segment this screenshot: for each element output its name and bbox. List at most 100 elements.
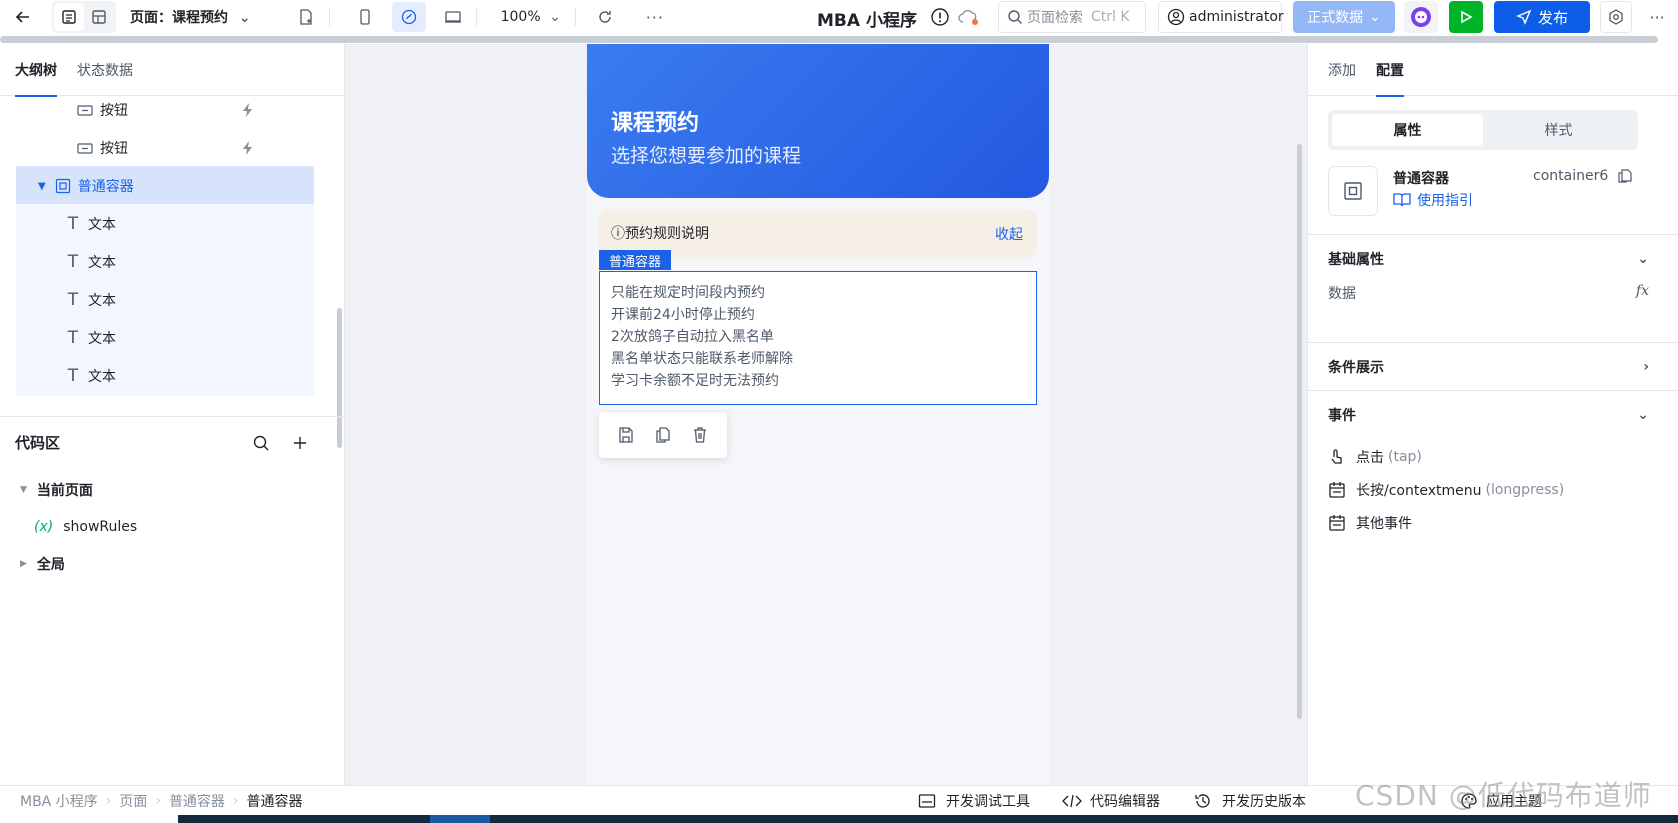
code-group-global[interactable]: ▶ 全局 <box>0 546 65 582</box>
segment-style[interactable]: 样式 <box>1483 114 1634 146</box>
tree-item-text[interactable]: T 文本 <box>16 280 314 320</box>
code-group-current-page[interactable]: ▼ 当前页面 <box>0 472 93 508</box>
section-header[interactable]: 事件 ⌄ <box>1308 391 1678 439</box>
rule-line: 黑名单状态只能联系老师解除 <box>611 351 793 367</box>
delete-icon[interactable] <box>691 426 709 444</box>
miniprogram-preview-icon[interactable] <box>391 2 426 32</box>
more-icon[interactable]: ··· <box>640 2 670 32</box>
mobile-preview-icon[interactable] <box>350 2 380 32</box>
segment-properties[interactable]: 属性 <box>1332 114 1483 146</box>
hero-title[interactable]: 课程预约 <box>611 105 699 137</box>
app-title: MBA 小程序 <box>817 11 917 31</box>
caret-down-icon[interactable]: ▼ <box>38 181 46 192</box>
breadcrumb-item[interactable]: 普通容器 <box>169 791 225 811</box>
event-other[interactable]: 其他事件 <box>1328 508 1412 538</box>
ai-assistant-icon <box>1411 7 1431 27</box>
tree-item-label: 文本 <box>88 369 116 385</box>
desktop-preview-icon[interactable] <box>438 2 468 32</box>
button-icon <box>76 139 94 157</box>
breadcrumb-item[interactable]: MBA 小程序 <box>20 791 98 811</box>
tree-item-button[interactable]: 按钮 <box>16 128 314 168</box>
zoom-select[interactable]: 100% ⌄ <box>495 9 567 25</box>
tree-item-text[interactable]: T 文本 <box>16 356 314 396</box>
code-variable-item[interactable]: (x) showRules <box>0 509 137 545</box>
hero-banner[interactable]: 课程预约 选择您想要参加的课程 <box>587 44 1049 198</box>
container-icon <box>1328 166 1378 216</box>
event-sub: (longpress) <box>1485 482 1565 498</box>
page-search-input[interactable]: 页面检索 Ctrl K <box>998 1 1146 33</box>
rule-line: 学习卡余额不足时无法预约 <box>611 373 779 389</box>
dev-tools-button[interactable]: 开发调试工具 <box>918 786 1030 816</box>
copy-icon[interactable] <box>654 426 672 444</box>
usage-guide-link[interactable]: 使用指引 <box>1393 190 1473 210</box>
history-button[interactable]: 开发历史版本 <box>1194 786 1306 816</box>
env-select[interactable]: 正式数据 ⌄ <box>1293 1 1395 33</box>
run-preview-button[interactable] <box>1449 1 1483 33</box>
event-bolt-icon[interactable] <box>240 102 256 118</box>
section-header[interactable]: 基础属性 ⌄ <box>1308 235 1678 283</box>
page-selector[interactable]: 页面：课程预约 ⌄ <box>130 7 251 27</box>
divider <box>574 8 576 26</box>
event-sub: (tap) <box>1388 449 1422 465</box>
collapse-link[interactable]: 收起 <box>995 224 1023 244</box>
left-tabs: 大纲树 状态数据 <box>0 44 344 97</box>
new-page-icon[interactable] <box>291 2 321 32</box>
rules-container-selected[interactable]: 只能在规定时间段内预约 开课前24小时停止预约 2次放鸽子自动拉入黑名单 黑名单… <box>599 271 1037 405</box>
book-icon <box>1393 192 1411 208</box>
config-segment: 属性 样式 <box>1328 110 1638 150</box>
save-icon[interactable] <box>617 426 635 444</box>
history-icon <box>1194 792 1212 810</box>
search-icon[interactable] <box>252 434 270 452</box>
add-icon[interactable] <box>291 434 309 452</box>
tree-item-text[interactable]: T 文本 <box>16 318 314 358</box>
back-arrow-icon[interactable] <box>8 2 38 32</box>
usage-guide-label: 使用指引 <box>1417 193 1473 209</box>
user-name: administrator <box>1189 9 1284 25</box>
breadcrumb-item[interactable]: 页面 <box>119 791 147 811</box>
user-menu[interactable]: administrator <box>1158 1 1284 33</box>
tab-state-data[interactable]: 状态数据 <box>77 44 133 96</box>
data-prop-label: 数据 <box>1328 286 1356 302</box>
tab-config[interactable]: 配置 <box>1376 44 1404 97</box>
user-avatar-icon <box>1167 8 1185 26</box>
event-label: 点击 <box>1356 450 1384 466</box>
tree-item-text[interactable]: T 文本 <box>16 204 314 244</box>
code-editor-button[interactable]: 代码编辑器 <box>1062 786 1160 816</box>
tree-item-text[interactable]: T 文本 <box>16 242 314 282</box>
outline-tree: 按钮 按钮 ▼ 普通容器 T 文本 T 文本 T 文本 T 文本 T 文本 <box>0 97 330 417</box>
more-icon[interactable]: ··· <box>1640 1 1674 33</box>
right-panel: 添加 配置 属性 样式 普通容器 container6 使用指引 基础属性 ⌄ <box>1307 44 1678 785</box>
tree-item-container-selected[interactable]: ▼ 普通容器 <box>16 166 314 206</box>
hero-subtitle[interactable]: 选择您想要参加的课程 <box>611 141 801 168</box>
right-tabs: 添加 配置 <box>1308 44 1678 97</box>
breadcrumb-item-current[interactable]: 普通容器 <box>247 791 303 811</box>
info-icon[interactable] <box>930 7 950 27</box>
design-canvas[interactable]: 课程预约 选择您想要参加的课程 ⓘ预约规则说明 收起 只能在规定时间段内预约 开… <box>345 44 1307 785</box>
ai-assistant-button[interactable] <box>1404 1 1438 33</box>
tree-item-button[interactable]: 按钮 <box>16 97 314 130</box>
debug-panel-icon <box>918 793 936 809</box>
left-panel: 大纲树 状态数据 按钮 按钮 ▼ 普通容器 T 文本 T 文本 T 文本 T 文… <box>0 44 345 785</box>
chevron-right-icon: › <box>105 793 112 809</box>
outline-view-icon[interactable] <box>54 3 84 31</box>
selection-tag[interactable]: 普通容器 <box>599 250 672 270</box>
cloud-sync-icon[interactable] <box>958 7 980 27</box>
event-bolt-icon[interactable] <box>240 140 256 156</box>
settings-button[interactable] <box>1600 1 1632 33</box>
event-tap[interactable]: 点击 (tap) <box>1328 442 1422 472</box>
horizontal-scrollbar[interactable] <box>0 36 1658 43</box>
refresh-icon[interactable] <box>590 2 620 32</box>
tab-outline[interactable]: 大纲树 <box>15 44 57 97</box>
fx-icon[interactable]: fx <box>1636 283 1649 299</box>
gear-icon <box>1609 9 1623 25</box>
publish-button[interactable]: 发布 <box>1494 1 1590 33</box>
layout-view-icon[interactable] <box>84 3 114 31</box>
tree-item-label: 文本 <box>88 255 116 271</box>
copy-icon[interactable] <box>1617 168 1633 184</box>
event-longpress[interactable]: 长按/contextmenu (longpress) <box>1328 475 1564 505</box>
caret-right-icon: ▶ <box>20 559 27 569</box>
tab-add[interactable]: 添加 <box>1328 44 1356 96</box>
section-header[interactable]: 条件展示 › <box>1308 343 1678 391</box>
phone-preview[interactable]: 课程预约 选择您想要参加的课程 ⓘ预约规则说明 收起 只能在规定时间段内预约 开… <box>587 44 1049 785</box>
canvas-scrollbar[interactable] <box>1297 144 1302 719</box>
